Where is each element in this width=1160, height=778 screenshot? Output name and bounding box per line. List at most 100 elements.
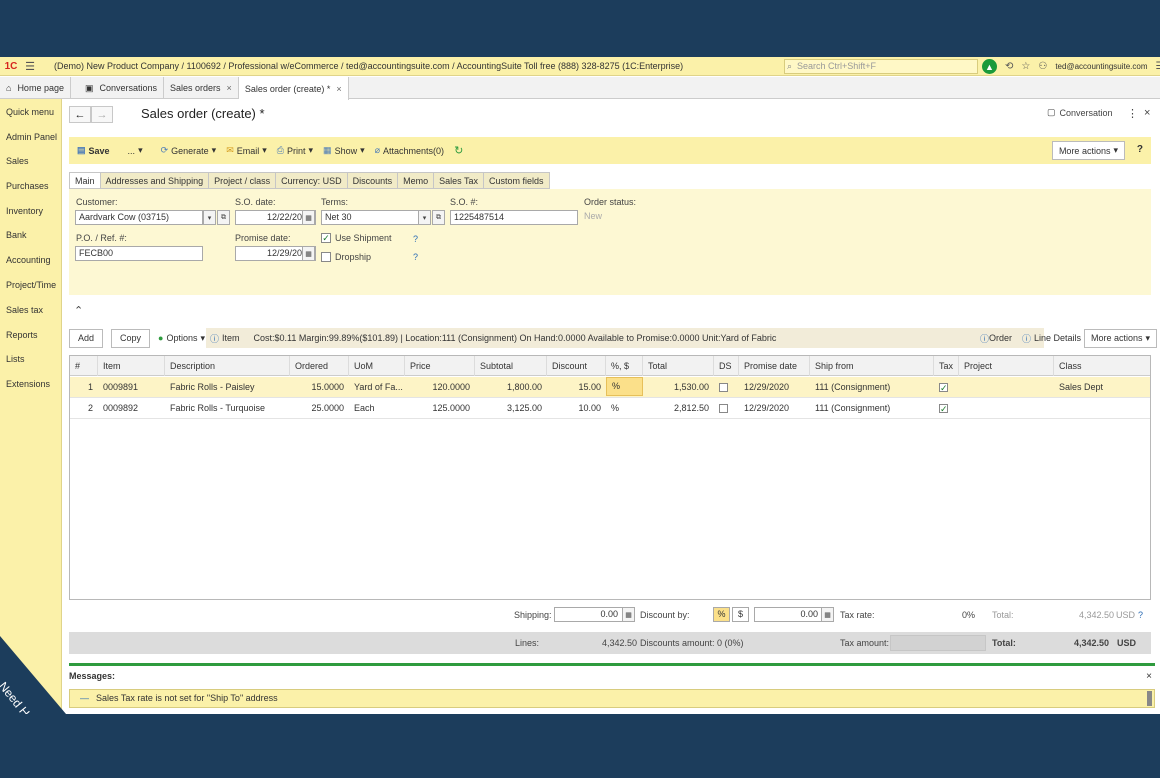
col-ordered[interactable]: Ordered	[290, 356, 349, 376]
tab-discounts[interactable]: Discounts	[347, 172, 399, 189]
dropship-help-icon[interactable]: ?	[413, 252, 418, 262]
forward-button[interactable]: →	[91, 106, 113, 123]
more-actions-button[interactable]: More actions ▾	[1051, 141, 1125, 160]
close-form-icon[interactable]: ×	[1144, 107, 1150, 119]
cell-subtotal[interactable]: 3,125.00	[475, 398, 547, 418]
col-item[interactable]: Item	[98, 356, 165, 376]
col-tax[interactable]: Tax	[934, 356, 959, 376]
calculator-icon[interactable]: ▦	[821, 607, 834, 622]
dropship-checkbox[interactable]	[321, 252, 331, 262]
customer-open-icon[interactable]: ⧉	[217, 210, 230, 225]
tab-main[interactable]: Main	[69, 172, 101, 189]
tax-checkbox[interactable]: ✓	[939, 404, 948, 414]
nav-sales[interactable]: Sales	[6, 156, 29, 166]
tab-sales-order-create[interactable]: Sales order (create) * ×	[238, 77, 349, 100]
use-shipment-help-icon[interactable]: ?	[413, 234, 418, 244]
attachments-button[interactable]: ⌀ Attachments(0)	[375, 145, 444, 156]
history-icon[interactable]: ⟲	[1005, 61, 1013, 72]
print-button[interactable]: ⎙ Print ▾	[277, 145, 313, 156]
cell-tax[interactable]: ✓	[934, 398, 959, 418]
cell-promise-date[interactable]: 12/29/2020	[739, 398, 810, 418]
cell-ds[interactable]	[714, 398, 739, 418]
close-icon[interactable]: ×	[227, 83, 232, 93]
so-number-field[interactable]: 1225487514	[450, 210, 578, 225]
tab-project-class[interactable]: Project / class	[209, 172, 277, 189]
col-promise-date[interactable]: Promise date	[739, 356, 810, 376]
more-save-button[interactable]: ... ▾	[128, 145, 143, 156]
cell-uom[interactable]: Each	[349, 398, 405, 418]
line-details-button[interactable]: ⓘ Line Details	[1022, 332, 1081, 345]
cell-ordered[interactable]: 25.0000	[290, 398, 349, 418]
star-icon[interactable]: ☆	[1021, 61, 1030, 72]
cell-total[interactable]: 1,530.00	[643, 377, 714, 397]
tax-checkbox[interactable]: ✓	[939, 383, 948, 393]
nav-accounting[interactable]: Accounting	[6, 255, 51, 265]
generate-button[interactable]: ⟳ Generate ▾	[161, 145, 217, 156]
menu-dots-icon[interactable]: ☰	[1156, 61, 1160, 72]
totals-help-icon[interactable]: ?	[1138, 610, 1143, 620]
discount-dollar-toggle[interactable]: $	[732, 607, 749, 622]
tab-conversations[interactable]: ▣ Conversations	[71, 77, 165, 99]
nav-quick-menu[interactable]: Quick menu	[6, 107, 54, 117]
copy-line-button[interactable]: Copy	[111, 328, 151, 348]
col-class[interactable]: Class	[1054, 356, 1150, 376]
collapse-chevron-icon[interactable]: ⌃	[74, 304, 83, 317]
refresh-button[interactable]: ↻	[454, 144, 463, 157]
cell-project[interactable]	[959, 398, 1054, 418]
bell-icon[interactable]: ▲	[982, 59, 997, 74]
cell-item[interactable]: 0009891	[98, 377, 165, 397]
nav-project-time[interactable]: Project/Time	[6, 280, 56, 290]
customer-dropdown-icon[interactable]: ▾	[203, 210, 216, 225]
terms-open-icon[interactable]: ⧉	[432, 210, 445, 225]
calculator-icon[interactable]: ▦	[622, 607, 635, 622]
cell-ds[interactable]	[714, 377, 739, 397]
tab-addresses-shipping[interactable]: Addresses and Shipping	[100, 172, 210, 189]
options-button[interactable]: ● Options ▾	[158, 333, 205, 344]
cell-tax[interactable]: ✓	[934, 377, 959, 397]
line-more-actions-button[interactable]: More actions ▾	[1084, 328, 1158, 348]
cell-discount[interactable]: 15.00	[547, 377, 606, 397]
col-price[interactable]: Price	[405, 356, 475, 376]
message-item[interactable]: — Sales Tax rate is not set for "Ship To…	[69, 689, 1155, 708]
nav-reports[interactable]: Reports	[6, 330, 38, 340]
col-subtotal[interactable]: Subtotal	[475, 356, 547, 376]
nav-lists[interactable]: Lists	[6, 354, 25, 364]
nav-inventory[interactable]: Inventory	[6, 206, 43, 216]
nav-extensions[interactable]: Extensions	[6, 379, 50, 389]
more-icon[interactable]: ⋮	[1127, 107, 1138, 120]
help-button[interactable]: ?	[1137, 144, 1143, 155]
nav-bank[interactable]: Bank	[6, 230, 27, 240]
email-button[interactable]: ✉ Email ▾	[226, 145, 267, 156]
nav-admin-panel[interactable]: Admin Panel	[6, 132, 57, 142]
back-button[interactable]: ←	[69, 106, 91, 123]
conversation-button[interactable]: ▢ Conversation	[1047, 107, 1113, 118]
ds-checkbox[interactable]	[719, 404, 728, 414]
cell-project[interactable]	[959, 377, 1054, 397]
col-uom[interactable]: UoM	[349, 356, 405, 376]
col-description[interactable]: Description	[165, 356, 290, 376]
add-line-button[interactable]: Add	[69, 328, 104, 348]
messages-scrollbar[interactable]	[1147, 691, 1152, 706]
col-number[interactable]: #	[70, 356, 98, 376]
discount-percent-toggle[interactable]: %	[713, 607, 730, 622]
table-row[interactable]: 2 0009892 Fabric Rolls - Turquoise 25.00…	[70, 398, 1150, 419]
menu-icon[interactable]: ☰	[22, 60, 38, 73]
tab-memo[interactable]: Memo	[398, 172, 435, 189]
col-pct[interactable]: %, $	[606, 356, 643, 376]
cell-ship-from[interactable]: 111 (Consignment)	[810, 377, 934, 397]
user-icon[interactable]: ⚇	[1038, 61, 1047, 72]
cell-promise-date[interactable]: 12/29/2020	[739, 377, 810, 397]
cell-uom[interactable]: Yard of Fa...	[349, 377, 405, 397]
cell-description[interactable]: Fabric Rolls - Turquoise	[165, 398, 290, 418]
po-field[interactable]: FECB00	[75, 246, 203, 261]
cell-price[interactable]: 120.0000	[405, 377, 475, 397]
nav-purchases[interactable]: Purchases	[6, 181, 49, 191]
cell-price[interactable]: 125.0000	[405, 398, 475, 418]
close-messages-icon[interactable]: ×	[1146, 671, 1152, 682]
tab-home-page[interactable]: ⌂ Home page	[0, 77, 71, 99]
nav-sales-tax[interactable]: Sales tax	[6, 305, 43, 315]
need-help-button[interactable]: Need Help	[0, 634, 70, 714]
show-button[interactable]: ▦ Show ▾	[323, 145, 365, 156]
col-total[interactable]: Total	[643, 356, 714, 376]
col-project[interactable]: Project	[959, 356, 1054, 376]
